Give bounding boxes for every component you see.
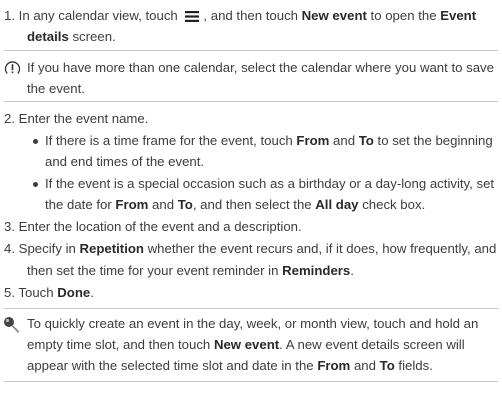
bullet-dot bbox=[33, 182, 38, 187]
separator bbox=[4, 101, 498, 102]
step-2: 2. Enter the event name. bbox=[4, 111, 149, 126]
menu-icon bbox=[181, 11, 203, 23]
tip-line-1: To quickly create an event in the day, w… bbox=[27, 316, 479, 331]
tip-line-2: empty time slot, and then touch New even… bbox=[27, 337, 465, 352]
info-icon bbox=[4, 60, 21, 83]
step-4-line-2: then set the time for your event reminde… bbox=[27, 263, 354, 278]
step-3: 3. Enter the location of the event and a… bbox=[4, 219, 302, 234]
bullet-1-line-2: and end times of the event. bbox=[45, 154, 205, 169]
note-line-1: If you have more than one calendar, sele… bbox=[27, 60, 494, 75]
bullet-1-line-1: If there is a time frame for the event, … bbox=[45, 133, 493, 148]
tip-line-3: appear with the selected time slot and d… bbox=[27, 358, 433, 373]
note-line-2: the event. bbox=[27, 81, 85, 96]
separator bbox=[4, 308, 498, 309]
separator bbox=[4, 381, 498, 382]
separator bbox=[4, 50, 498, 51]
step-1-line-1: 1. In any calendar view, touch , and the… bbox=[4, 8, 477, 23]
document-page: 1. In any calendar view, touch , and the… bbox=[0, 0, 502, 402]
bullet-dot bbox=[33, 139, 38, 144]
step-5: 5. Touch Done. bbox=[4, 285, 94, 300]
bullet-2-line-1: If the event is a special occasion such … bbox=[45, 176, 495, 191]
bullet-2-line-2: the date for From and To, and then selec… bbox=[45, 197, 426, 212]
step-1-line-2: details screen. bbox=[27, 29, 116, 44]
step-4-line-1: 4. Specify in Repetition whether the eve… bbox=[4, 241, 497, 256]
tip-icon bbox=[3, 316, 22, 341]
